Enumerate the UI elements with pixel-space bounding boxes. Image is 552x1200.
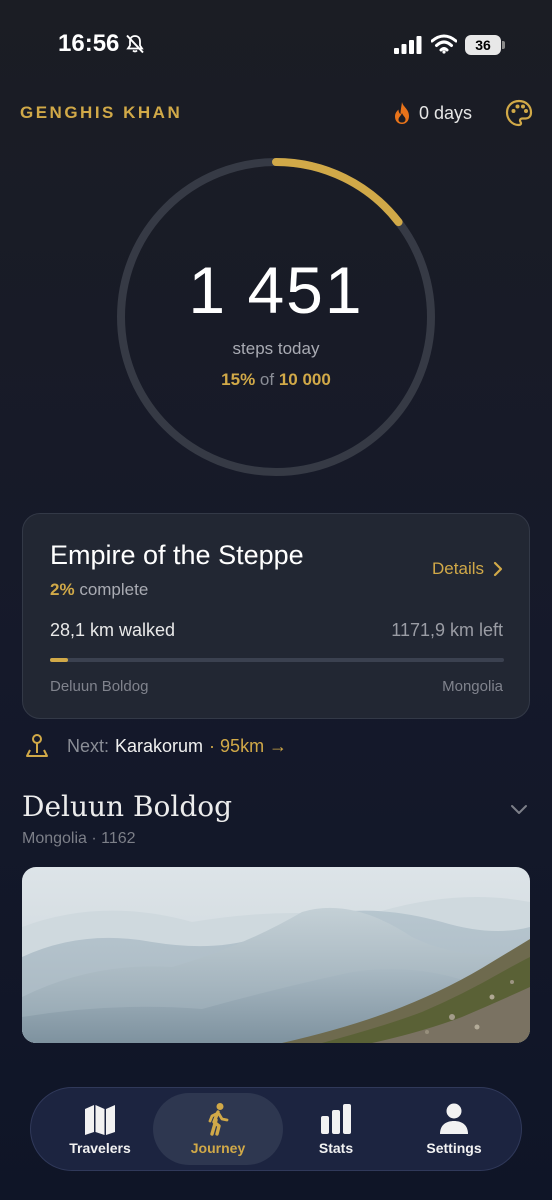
journey-start: Deluun Boldog	[50, 678, 149, 695]
walking-icon	[208, 1103, 229, 1136]
tab-stats[interactable]: Stats	[271, 1088, 401, 1172]
wifi-icon	[431, 34, 457, 54]
journey-card[interactable]: Empire of the Steppe Details 2% complete…	[22, 513, 530, 719]
battery-icon: 36	[465, 35, 505, 55]
journey-progress-fill	[50, 658, 68, 662]
tab-settings[interactable]: Settings	[389, 1088, 519, 1172]
battery-tip	[502, 41, 505, 49]
journey-progress-bar	[50, 658, 504, 662]
complete-text: complete	[79, 580, 149, 599]
goal-line: 15% of 10 000	[106, 370, 446, 390]
journey-title: Empire of the Steppe	[50, 540, 304, 570]
details-button[interactable]: Details	[432, 559, 503, 579]
map-icon	[85, 1105, 115, 1135]
details-label: Details	[432, 559, 484, 578]
steps-label: steps today	[232, 339, 320, 358]
distance-walked: 28,1 km walked	[50, 620, 176, 640]
signal-icon	[394, 36, 422, 54]
flame-icon	[395, 102, 409, 124]
next-label: Next:	[67, 735, 110, 756]
streak-indicator[interactable]: 0 days	[392, 101, 472, 125]
next-stop[interactable]: Next: Karakorum · 95km →	[25, 733, 287, 759]
next-place: Karakorum	[115, 735, 204, 756]
step-progress-ring: 1 451 steps today 15% of 10 000	[106, 147, 446, 487]
bar-chart-icon	[321, 1104, 351, 1134]
tab-label: Journey	[190, 1140, 246, 1156]
battery-level: 36	[465, 35, 501, 55]
goal-of: of	[259, 370, 275, 389]
traveler-name[interactable]: GENGHIS KHAN	[20, 103, 182, 123]
location-photo	[22, 867, 530, 1043]
next-distance: · 95km →	[209, 735, 288, 756]
status-bar: 16:56 36	[0, 0, 552, 90]
distance-left: 1171,9 km left	[391, 620, 503, 640]
journey-end: Mongolia	[442, 678, 503, 695]
mute-icon	[126, 34, 144, 54]
tab-label: Settings	[426, 1140, 482, 1156]
chevron-right-icon	[493, 561, 503, 577]
goal-percent: 15%	[221, 370, 256, 389]
journey-complete: 2% complete	[50, 580, 148, 600]
steps-count: 1 451	[188, 253, 364, 327]
location-meta: Mongolia · 1162	[22, 830, 136, 847]
person-icon	[440, 1103, 468, 1134]
chevron-down-icon[interactable]	[510, 803, 528, 815]
palette-icon[interactable]	[504, 98, 534, 128]
streak-label: 0 days	[419, 102, 473, 123]
tab-label: Stats	[318, 1140, 354, 1156]
tab-travelers[interactable]: Travelers	[35, 1088, 165, 1172]
tab-journey[interactable]: Journey	[153, 1088, 283, 1172]
complete-percent: 2%	[50, 580, 75, 599]
status-time: 16:56	[58, 30, 120, 57]
map-pin-icon	[26, 734, 48, 757]
location-name: Deluun Boldog	[22, 790, 233, 823]
tab-bar: Travelers Journey Stats Settings	[30, 1087, 522, 1171]
goal-target: 10 000	[278, 370, 331, 389]
tab-label: Travelers	[69, 1140, 131, 1156]
